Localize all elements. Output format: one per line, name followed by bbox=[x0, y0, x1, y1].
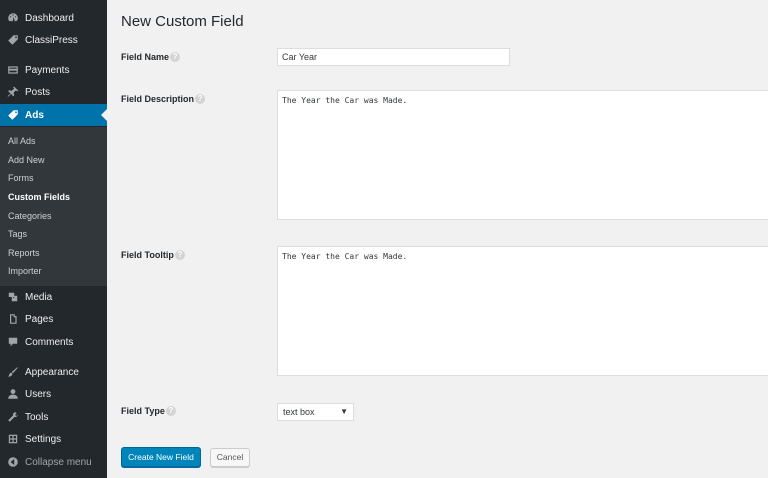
pin-icon bbox=[6, 85, 20, 99]
menu-label: Collapse menu bbox=[25, 456, 92, 468]
menu-label: Dashboard bbox=[25, 12, 74, 24]
submenu-item-categories[interactable]: Categories bbox=[8, 211, 52, 221]
admin-sidebar: Dashboard ClassiPress Payments Posts Ads… bbox=[0, 0, 107, 478]
menu-label: Settings bbox=[25, 433, 62, 445]
label-text: Field Type bbox=[121, 406, 165, 416]
field-name-label: Field Name ? bbox=[121, 52, 181, 62]
submenu-item-custom-fields[interactable]: Custom Fields bbox=[8, 192, 70, 202]
help-icon[interactable]: ? bbox=[170, 52, 181, 62]
field-tooltip-label: Field Tooltip ? bbox=[121, 250, 185, 260]
menu-item-posts[interactable]: Posts bbox=[0, 81, 107, 103]
menu-item-pages[interactable]: Pages bbox=[0, 308, 107, 330]
menu-label: Pages bbox=[25, 313, 54, 325]
submenu-item-forms[interactable]: Forms bbox=[8, 173, 34, 183]
submenu-item-importer[interactable]: Importer bbox=[8, 266, 42, 276]
media-icon bbox=[6, 290, 20, 304]
wrench-icon bbox=[6, 410, 20, 424]
collapse-menu-button[interactable]: Collapse menu bbox=[0, 451, 107, 473]
settings-icon bbox=[6, 432, 20, 446]
menu-label: Comments bbox=[25, 336, 74, 348]
field-type-label: Field Type ? bbox=[121, 406, 176, 416]
menu-item-settings[interactable]: Settings bbox=[0, 428, 107, 450]
submenu-item-all-ads[interactable]: All Ads bbox=[8, 136, 36, 146]
help-icon[interactable]: ? bbox=[195, 94, 206, 104]
menu-label: Users bbox=[25, 388, 52, 400]
menu-label: Tools bbox=[25, 411, 49, 423]
page-title: New Custom Field bbox=[121, 13, 244, 30]
menu-label: ClassiPress bbox=[25, 34, 78, 46]
field-type-select[interactable]: text box ▼ bbox=[277, 403, 354, 421]
comment-icon bbox=[6, 335, 20, 349]
menu-item-classipress[interactable]: ClassiPress bbox=[0, 29, 107, 51]
menu-item-payments[interactable]: Payments bbox=[0, 59, 107, 81]
submenu-item-add-new[interactable]: Add New bbox=[8, 155, 45, 165]
label-text: Field Name bbox=[121, 52, 170, 62]
menu-item-ads[interactable]: Ads bbox=[0, 104, 107, 126]
help-icon[interactable]: ? bbox=[174, 250, 185, 260]
menu-item-media[interactable]: Media bbox=[0, 286, 107, 308]
ads-submenu: All Ads Add New Forms Custom Fields Cate… bbox=[0, 127, 107, 286]
menu-label: Media bbox=[25, 291, 53, 303]
dashboard-icon bbox=[6, 11, 20, 25]
create-new-field-button[interactable]: Create New Field bbox=[121, 447, 201, 467]
field-name-input[interactable]: Car Year bbox=[277, 48, 510, 66]
cancel-button[interactable]: Cancel bbox=[210, 448, 250, 467]
field-description-label: Field Description ? bbox=[121, 94, 206, 104]
brush-icon bbox=[6, 365, 20, 379]
submenu-item-reports[interactable]: Reports bbox=[8, 248, 40, 258]
field-tooltip-textarea[interactable]: The Year the Car was Made. bbox=[277, 246, 768, 376]
pages-icon bbox=[6, 312, 20, 326]
menu-item-comments[interactable]: Comments bbox=[0, 331, 107, 353]
menu-item-appearance[interactable]: Appearance bbox=[0, 361, 107, 383]
menu-label: Ads bbox=[25, 109, 44, 121]
tag-icon bbox=[6, 108, 20, 122]
users-icon bbox=[6, 387, 20, 401]
label-text: Field Tooltip bbox=[121, 250, 174, 260]
help-icon[interactable]: ? bbox=[165, 406, 176, 416]
collapse-icon bbox=[6, 455, 20, 469]
label-text: Field Description bbox=[121, 94, 195, 104]
field-description-textarea[interactable]: The Year the Car was Made. bbox=[277, 90, 768, 220]
select-value: text box bbox=[283, 407, 315, 417]
menu-label: Payments bbox=[25, 64, 70, 76]
card-icon bbox=[6, 63, 20, 77]
menu-item-tools[interactable]: Tools bbox=[0, 406, 107, 428]
menu-label: Posts bbox=[25, 86, 51, 98]
menu-label: Appearance bbox=[25, 366, 79, 378]
active-indicator-arrow bbox=[101, 109, 107, 121]
menu-item-dashboard[interactable]: Dashboard bbox=[0, 7, 107, 29]
submenu-item-tags[interactable]: Tags bbox=[8, 229, 27, 239]
menu-item-users[interactable]: Users bbox=[0, 383, 107, 405]
chevron-down-icon: ▼ bbox=[340, 407, 348, 416]
tag-icon bbox=[6, 33, 20, 47]
